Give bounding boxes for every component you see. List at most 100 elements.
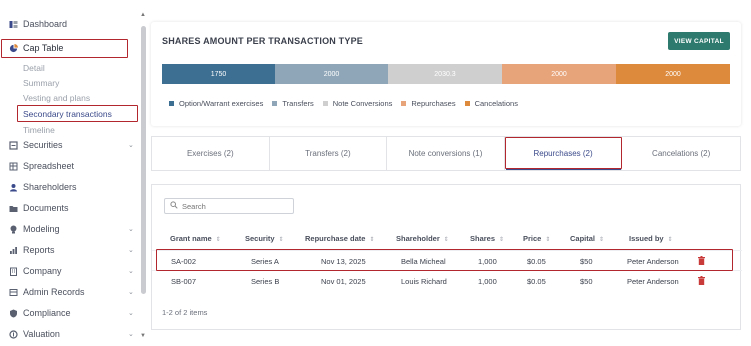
cell-capital: $50 [580, 277, 593, 286]
column-header-shares[interactable]: Shares ⇕ [470, 234, 504, 243]
chevron-down-icon: ⌄ [128, 268, 134, 275]
valuation-icon [9, 329, 18, 339]
card-title: SHARES AMOUNT PER TRANSACTION TYPE [162, 36, 363, 46]
segment-value: 1750 [210, 70, 227, 78]
sidebar-scrollbar-thumb[interactable] [141, 26, 146, 294]
legend-item-exercises: Option/Warrant exercises [169, 99, 263, 108]
sidebar-item-compliance[interactable]: Compliance ⌄ [0, 303, 138, 323]
sort-icon[interactable]: ⇕ [499, 237, 504, 243]
sort-icon[interactable]: ⇕ [216, 237, 221, 243]
sidebar-item-company[interactable]: Company ⌄ [0, 261, 138, 281]
bar-segment-repurchases: 2000 [502, 64, 616, 84]
legend-swatch [169, 101, 174, 106]
tab-exercises[interactable]: Exercises (2) [152, 137, 270, 170]
view-capital-button[interactable]: VIEW CAPITAL [668, 32, 730, 50]
sidebar-item-label: Admin Records [23, 287, 85, 297]
sort-icon[interactable]: ⇕ [444, 237, 449, 243]
sidebar-item-label: Documents [23, 203, 69, 213]
repurchases-tab-highlight [505, 137, 622, 169]
sidebar-item-shareholders[interactable]: Shareholders [0, 177, 138, 197]
sidebar-item-label: Compliance [23, 308, 71, 318]
chevron-down-icon: ⌄ [128, 331, 134, 338]
column-header-price[interactable]: Price ⇕ [523, 234, 550, 243]
cell-grant-name: SB-007 [171, 277, 197, 286]
column-header-grant-name[interactable]: Grant name ⇕ [170, 234, 221, 243]
column-header-security[interactable]: Security ⇕ [245, 234, 284, 243]
pagination-summary: 1-2 of 2 items [162, 308, 208, 317]
tab-cancelations[interactable]: Cancelations (2) [622, 137, 740, 170]
bar-segment-note-conversions: 2030.3 [388, 64, 502, 84]
reports-icon [9, 246, 18, 255]
sidebar-item-dashboard[interactable]: Dashboard [0, 14, 138, 34]
spreadsheet-icon [9, 162, 18, 171]
cell-security: Series B [251, 277, 280, 286]
sort-icon[interactable]: ⇕ [668, 237, 673, 243]
sidebar-item-spreadsheet[interactable]: Spreadsheet [0, 156, 138, 176]
sort-icon[interactable]: ⇕ [369, 237, 374, 243]
sidebar-item-label: Shareholders [23, 182, 77, 192]
records-icon [9, 288, 18, 297]
column-header-issued-by[interactable]: Issued by ⇕ [629, 234, 673, 243]
sort-icon[interactable]: ⇕ [279, 237, 284, 243]
column-header-label: Security [245, 234, 275, 243]
securities-icon [9, 140, 18, 150]
search-icon [170, 201, 178, 211]
sidebar-item-valuation[interactable]: Valuation ⌄ [0, 324, 138, 344]
legend-label: Option/Warrant exercises [179, 99, 264, 108]
column-header-label: Capital [570, 234, 596, 243]
sidebar-item-documents[interactable]: Documents [0, 198, 138, 218]
folder-icon [9, 204, 18, 213]
cell-shares: 1,000 [478, 277, 497, 286]
dashboard-icon [9, 20, 18, 29]
subnav-vesting[interactable]: Vesting and plans [23, 93, 90, 103]
search-input[interactable] [182, 201, 292, 211]
bulb-icon [9, 225, 18, 234]
scroll-down-arrow-icon[interactable]: ▼ [140, 333, 146, 339]
column-header-capital[interactable]: Capital ⇕ [570, 234, 604, 243]
segment-value: 2000 [665, 70, 681, 78]
sidebar-item-admin-records[interactable]: Admin Records ⌄ [0, 282, 138, 302]
sidebar-item-label: Modeling [23, 224, 60, 234]
legend-item-note-conversions: Note Conversions [322, 99, 393, 108]
column-header-repurchase-date[interactable]: Repurchase date ⇕ [305, 234, 374, 243]
trash-icon[interactable] [698, 276, 705, 285]
column-header-label: Shareholder [396, 234, 440, 243]
legend-item-repurchases: Repurchases [401, 99, 456, 108]
tab-transfers[interactable]: Transfers (2) [270, 137, 388, 170]
search-box[interactable] [164, 198, 294, 214]
chevron-down-icon: ⌄ [128, 289, 134, 296]
cell-shareholder: Louis Richard [401, 277, 447, 286]
legend-swatch [322, 101, 328, 106]
sidebar-item-label: Spreadsheet [23, 161, 75, 171]
tab-note-conversions[interactable]: Note conversions (1) [387, 137, 505, 170]
transaction-tabs: Exercises (2) Transfers (2) Note convers… [151, 136, 741, 171]
table-row[interactable]: SB-007 Series B Nov 01, 2025 Louis Richa… [152, 270, 742, 290]
sidebar-item-securities[interactable]: Securities ⌄ [0, 135, 138, 155]
cell-issued-by: Peter Anderson [627, 277, 679, 286]
shares-summary-card: SHARES AMOUNT PER TRANSACTION TYPE VIEW … [151, 22, 741, 126]
column-header-label: Issued by [629, 234, 664, 243]
chevron-down-icon: ⌄ [128, 310, 134, 317]
column-header-shareholder[interactable]: Shareholder ⇕ [396, 234, 449, 243]
scroll-up-arrow-icon[interactable]: ▲ [140, 12, 146, 18]
legend-swatch [272, 101, 278, 106]
sort-icon[interactable]: ⇕ [599, 237, 604, 243]
segment-value: 2000 [551, 70, 567, 78]
sort-icon[interactable]: ⇕ [545, 237, 550, 243]
legend-label: Transfers [282, 99, 314, 108]
subnav-summary[interactable]: Summary [23, 78, 59, 88]
table-header: Grant name ⇕ Security ⇕ Repurchase date ⇕ S… [152, 227, 742, 249]
sidebar-item-label: Securities [23, 140, 63, 150]
bar-segment-cancelations: 2000 [616, 64, 730, 84]
legend-label: Repurchases [411, 99, 456, 108]
subnav-timeline[interactable]: Timeline [23, 125, 55, 135]
sidebar-item-reports[interactable]: Reports ⌄ [0, 240, 138, 260]
subnav-detail[interactable]: Detail [23, 63, 45, 73]
bar-segment-transfers: 2000 [275, 64, 388, 84]
user-icon [9, 183, 18, 192]
sidebar-item-modeling[interactable]: Modeling ⌄ [0, 219, 138, 239]
legend-label: Note Conversions [332, 99, 393, 108]
chevron-down-icon: ⌄ [128, 226, 134, 233]
chevron-down-icon: ⌄ [128, 142, 134, 149]
legend-item-cancelations: Cancelations [464, 99, 518, 108]
